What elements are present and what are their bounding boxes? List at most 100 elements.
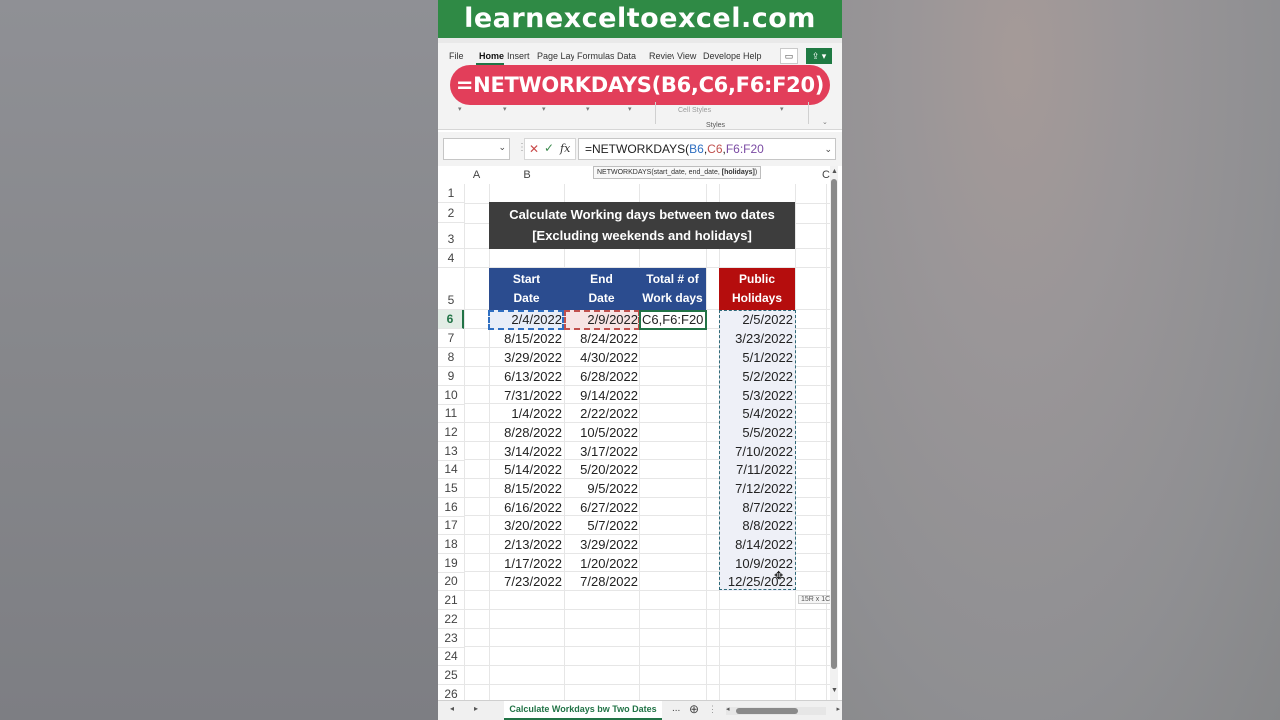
chevron-down-icon[interactable]: ▾ — [542, 105, 546, 113]
end-date-cell[interactable]: 6/28/2022 — [565, 367, 640, 386]
prev-sheet-icon[interactable]: ◂ — [450, 704, 454, 713]
end-date-cell[interactable]: 10/5/2022 — [565, 423, 640, 442]
tab-insert[interactable]: Insert — [504, 49, 534, 65]
start-date-cell[interactable]: 7/31/2022 — [489, 386, 564, 405]
tab-home[interactable]: Home — [476, 49, 504, 65]
worksheet-grid[interactable]: A B C NETWORKDAYS(start_date, end_date, … — [438, 166, 842, 700]
chevron-down-icon[interactable]: ▾ — [780, 105, 784, 113]
horizontal-scrollbar[interactable]: ◂ ▸ — [726, 705, 840, 715]
chevron-down-icon[interactable]: ▾ — [586, 105, 590, 113]
row-header[interactable]: 10 — [438, 386, 464, 405]
row-header[interactable]: 14 — [438, 460, 464, 479]
start-date-cell[interactable]: 2/4/2022 — [489, 310, 564, 329]
cancel-icon[interactable]: ✕ — [529, 142, 539, 156]
end-date-cell[interactable]: 2/9/2022 — [565, 310, 640, 329]
end-date-cell[interactable]: 8/24/2022 — [565, 329, 640, 348]
editing-cell-d6[interactable]: C6,F6:F20 — [640, 310, 706, 329]
tab-formulas[interactable]: Formulas — [574, 49, 614, 65]
scroll-down-icon[interactable]: ▼ — [831, 687, 838, 694]
start-date-cell[interactable]: 3/20/2022 — [489, 516, 564, 535]
row-header[interactable]: 3 — [438, 224, 464, 249]
tab-view[interactable]: View — [674, 49, 700, 65]
next-sheet-icon[interactable]: ▸ — [474, 704, 478, 713]
collapse-ribbon-icon[interactable]: ⌄ — [822, 118, 828, 126]
comment-icon[interactable]: ▭ — [780, 48, 798, 64]
end-date-cell[interactable]: 5/7/2022 — [565, 516, 640, 535]
end-date-cell[interactable]: 3/17/2022 — [565, 442, 640, 461]
chevron-down-icon[interactable]: ▾ — [458, 105, 462, 113]
vertical-scrollbar[interactable]: ▲ ▼ — [830, 166, 838, 700]
row-header[interactable]: 4 — [438, 249, 464, 268]
start-date-cell[interactable]: 7/23/2022 — [489, 572, 564, 591]
formula-input[interactable]: =NETWORKDAYS(B6,C6,F6:F20 ⌄ — [578, 138, 836, 160]
row-header[interactable]: 6 — [438, 310, 464, 329]
start-date-cell[interactable]: 8/15/2022 — [489, 329, 564, 348]
row-header[interactable]: 22 — [438, 610, 464, 629]
row-header[interactable]: 7 — [438, 329, 464, 348]
row-header[interactable]: 26 — [438, 685, 464, 700]
row-header[interactable]: 19 — [438, 554, 464, 573]
tab-page-layout[interactable]: Page Lay — [534, 49, 574, 65]
end-date-cell[interactable]: 7/28/2022 — [565, 572, 640, 591]
row-header[interactable]: 21 — [438, 591, 464, 610]
row-header[interactable]: 1 — [438, 184, 464, 203]
start-date-cell[interactable]: 6/13/2022 — [489, 367, 564, 386]
tab-file[interactable]: File — [446, 49, 476, 65]
row-header[interactable]: 9 — [438, 367, 464, 386]
row-header[interactable]: 15 — [438, 479, 464, 498]
row-header[interactable]: 5 — [438, 268, 464, 310]
col-header-c[interactable]: C — [810, 166, 830, 184]
start-date-cell[interactable]: 1/4/2022 — [489, 404, 564, 423]
end-date-cell[interactable]: 2/22/2022 — [565, 404, 640, 423]
sheet-options-icon[interactable]: ⋮ — [708, 704, 717, 715]
start-date-cell[interactable]: 3/29/2022 — [489, 348, 564, 367]
row-header[interactable]: 25 — [438, 666, 464, 685]
function-icon[interactable]: fx — [560, 142, 570, 155]
row-header[interactable]: 16 — [438, 498, 464, 517]
end-date-cell[interactable]: 1/20/2022 — [565, 554, 640, 573]
start-date-cell[interactable]: 3/14/2022 — [489, 442, 564, 461]
row-header[interactable]: 2 — [438, 204, 464, 223]
row-header[interactable]: 12 — [438, 423, 464, 442]
select-all-corner[interactable] — [438, 166, 464, 184]
tab-help[interactable]: Help — [740, 49, 768, 65]
end-date-cell[interactable]: 6/27/2022 — [565, 498, 640, 517]
end-date-cell[interactable]: 9/5/2022 — [565, 479, 640, 498]
row-header[interactable]: 20 — [438, 572, 464, 591]
chevron-down-icon[interactable]: ▾ — [628, 105, 632, 113]
horizontal-scroll-thumb[interactable] — [736, 708, 798, 714]
start-date-cell[interactable]: 8/28/2022 — [489, 423, 564, 442]
scroll-right-icon[interactable]: ▸ — [836, 705, 840, 713]
row-header[interactable]: 24 — [438, 647, 464, 666]
start-date-cell[interactable]: 8/15/2022 — [489, 479, 564, 498]
sheet-tab-active[interactable]: Calculate Workdays bw Two Dates — [504, 701, 662, 720]
end-date-cell[interactable]: 5/20/2022 — [565, 460, 640, 479]
tab-review[interactable]: Review — [646, 49, 674, 65]
row-header[interactable]: 23 — [438, 629, 464, 648]
dropdown-caret-icon[interactable]: ⌄ — [498, 142, 506, 153]
vertical-scroll-thumb[interactable] — [831, 179, 837, 669]
end-date-cell[interactable]: 4/30/2022 — [565, 348, 640, 367]
chevron-down-icon[interactable]: ▾ — [503, 105, 507, 113]
row-header[interactable]: 8 — [438, 348, 464, 367]
cell-styles-button[interactable]: Cell Styles — [678, 107, 711, 114]
end-date-cell[interactable]: 3/29/2022 — [565, 535, 640, 554]
col-header-b[interactable]: B — [489, 166, 565, 184]
enter-check-icon[interactable]: ✓ — [544, 141, 554, 155]
row-header[interactable]: 11 — [438, 404, 464, 423]
scroll-up-icon[interactable]: ▲ — [831, 168, 838, 175]
more-sheets-button[interactable]: ... — [672, 703, 680, 714]
row-header[interactable]: 18 — [438, 535, 464, 554]
name-box[interactable]: ⌄ — [443, 138, 510, 160]
start-date-cell[interactable]: 6/16/2022 — [489, 498, 564, 517]
col-header-a[interactable]: A — [464, 166, 489, 184]
add-sheet-icon[interactable]: ⊕ — [689, 702, 699, 716]
row-header[interactable]: 17 — [438, 516, 464, 535]
scroll-left-icon[interactable]: ◂ — [726, 705, 730, 713]
end-date-cell[interactable]: 9/14/2022 — [565, 386, 640, 405]
row-header[interactable]: 13 — [438, 442, 464, 461]
tab-data[interactable]: Data — [614, 49, 646, 65]
start-date-cell[interactable]: 2/13/2022 — [489, 535, 564, 554]
share-icon[interactable]: ⇪ ▾ — [806, 48, 832, 64]
expand-formula-bar-icon[interactable]: ⌄ — [824, 139, 832, 159]
